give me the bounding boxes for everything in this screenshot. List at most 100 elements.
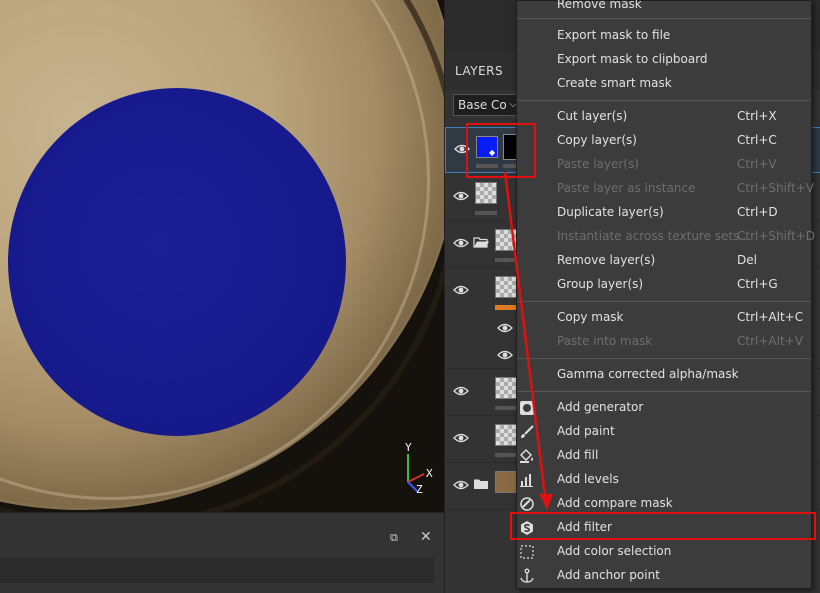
menu-item-add-levels[interactable]: Add levels	[517, 468, 811, 492]
menu-item-label: Add levels	[557, 472, 619, 486]
visibility-eye-icon[interactable]	[453, 385, 469, 397]
menu-item-label: Paste layer(s)	[557, 157, 639, 171]
menu-item-gamma-corrected[interactable]: Gamma corrected alpha/mask	[517, 363, 811, 387]
menu-item-label: Copy mask	[557, 310, 624, 324]
menu-item-create-smart-mask[interactable]: Create smart mask	[517, 72, 811, 96]
menu-item-export-mask-file[interactable]: Export mask to file	[517, 24, 811, 48]
visibility-eye-icon[interactable]	[453, 237, 469, 249]
folder-open-icon	[473, 236, 489, 248]
levels-icon	[519, 472, 535, 488]
axis-gizmo: Y X Z	[396, 438, 440, 498]
blend-mode-dropdown[interactable]: Base Co ⌵	[453, 94, 521, 116]
menu-item-label: Add generator	[557, 400, 644, 414]
menu-separator	[517, 18, 811, 19]
menu-item-label: Export mask to file	[557, 28, 671, 42]
effect-visibility-eye-icon[interactable]	[497, 322, 513, 334]
menu-item-label: Add anchor point	[557, 568, 660, 582]
menu-item-paste-layers: Paste layer(s) Ctrl+V	[517, 153, 811, 177]
folder-icon	[473, 478, 489, 490]
visibility-eye-icon[interactable]	[453, 190, 469, 202]
effect-visibility-eye-icon[interactable]	[497, 349, 513, 361]
close-icon[interactable]: ✕	[420, 530, 434, 545]
menu-item-export-mask-clipboard[interactable]: Export mask to clipboard	[517, 48, 811, 72]
menu-item-label: Gamma corrected alpha/mask	[557, 367, 739, 381]
compare-mask-icon	[519, 496, 535, 512]
menu-item-label: Cut layer(s)	[557, 109, 628, 123]
layer-orange-bar	[495, 305, 517, 310]
layer-thumbnail[interactable]	[495, 377, 517, 399]
menu-item-shortcut: Ctrl+G	[737, 277, 778, 291]
menu-separator	[517, 100, 811, 101]
layer-thumbnail[interactable]	[495, 276, 517, 298]
color-selection-icon	[519, 544, 535, 560]
menu-item-paste-into-mask: Paste into mask Ctrl+Alt+V	[517, 330, 811, 354]
menu-item-label: Paste layer as instance	[557, 181, 696, 195]
layer-thumb-bar	[495, 406, 517, 410]
menu-item-label: Export mask to clipboard	[557, 52, 708, 66]
menu-item-label: Instantiate across texture sets...	[557, 229, 751, 243]
anchor-icon	[519, 568, 535, 584]
menu-item-shortcut: Ctrl+X	[737, 109, 777, 123]
menu-item-label: Remove layer(s)	[557, 253, 656, 267]
menu-item-remove-layers[interactable]: Remove layer(s) Del	[517, 249, 811, 273]
axis-z-label: Z	[416, 483, 423, 496]
menu-item-label: Group layer(s)	[557, 277, 644, 291]
menu-item-copy-mask[interactable]: Copy mask Ctrl+Alt+C	[517, 306, 811, 330]
menu-item-duplicate-layers[interactable]: Duplicate layer(s) Ctrl+D	[517, 201, 811, 225]
layer-thumb-bar	[495, 453, 517, 457]
menu-item-shortcut: Ctrl+D	[737, 205, 778, 219]
blend-mode-value: Base Co	[458, 98, 507, 112]
menu-item-paste-layer-instance: Paste layer as instance Ctrl+Shift+V	[517, 177, 814, 201]
visibility-eye-icon[interactable]	[453, 432, 469, 444]
restore-icon[interactable]: ⧉	[390, 531, 404, 545]
menu-item-shortcut: Del	[737, 253, 757, 267]
visibility-eye-icon[interactable]	[453, 284, 469, 296]
menu-item-add-fill[interactable]: Add fill	[517, 444, 811, 468]
layers-title: LAYERS	[455, 64, 504, 78]
menu-item-shortcut: Ctrl+C	[737, 133, 777, 147]
menu-item-add-anchor-point[interactable]: Add anchor point	[517, 564, 811, 588]
viewport-3d[interactable]: Y X Z	[0, 0, 444, 512]
bottom-panel-content	[0, 557, 434, 583]
menu-item-label: Paste into mask	[557, 334, 653, 348]
app-window: Y X Z ⧉ ✕ LAYERS Base Co ⌵ ◆ Remove mask…	[0, 0, 820, 593]
context-menu: Remove mask Export mask to file Export m…	[516, 0, 815, 589]
menu-separator	[517, 391, 811, 392]
menu-item-remove-mask[interactable]: Remove mask	[517, 0, 811, 17]
layer-thumbnail[interactable]	[495, 229, 517, 251]
menu-item-shortcut: Ctrl+Shift+D	[737, 229, 815, 243]
annotation-highlight-add-filter	[510, 512, 816, 540]
visibility-eye-icon[interactable]	[453, 479, 469, 491]
menu-item-label: Add color selection	[557, 544, 672, 558]
menu-item-shortcut: Ctrl+Shift+V	[737, 181, 814, 195]
menu-item-label: Copy layer(s)	[557, 133, 637, 147]
menu-item-cut-layers[interactable]: Cut layer(s) Ctrl+X	[517, 105, 811, 129]
axis-x-label: X	[426, 467, 433, 480]
layer-thumbnail[interactable]	[495, 424, 517, 446]
menu-item-label: Add compare mask	[557, 496, 673, 510]
paint-bucket-icon	[519, 448, 535, 464]
menu-separator	[517, 301, 811, 302]
menu-item-shortcut: Ctrl+V	[737, 157, 777, 171]
menu-item-add-paint[interactable]: Add paint	[517, 420, 811, 444]
layer-thumb-bar	[495, 258, 517, 262]
blue-painted-area	[8, 88, 346, 436]
layer-material-thumbnail[interactable]	[495, 471, 517, 493]
menu-item-add-color-selection[interactable]: Add color selection	[517, 540, 811, 564]
menu-item-label: Duplicate layer(s)	[557, 205, 664, 219]
menu-item-copy-layers[interactable]: Copy layer(s) Ctrl+C	[517, 129, 811, 153]
menu-item-label: Add paint	[557, 424, 615, 438]
menu-item-label: Create smart mask	[557, 76, 672, 90]
menu-item-add-generator[interactable]: Add generator	[517, 396, 811, 420]
menu-item-shortcut: Ctrl+Alt+V	[737, 334, 803, 348]
menu-item-shortcut: Ctrl+Alt+C	[737, 310, 804, 324]
menu-item-label: Add fill	[557, 448, 599, 462]
menu-item-group-layers[interactable]: Group layer(s) Ctrl+G	[517, 273, 811, 297]
menu-separator	[517, 358, 811, 359]
menu-item-instantiate-texture-sets: Instantiate across texture sets... Ctrl+…	[517, 225, 815, 249]
generator-icon	[519, 400, 535, 416]
annotation-highlight-layer	[466, 123, 536, 178]
bottom-panel: ⧉ ✕	[0, 512, 444, 593]
brush-icon	[519, 424, 535, 440]
layer-thumbnail[interactable]	[475, 182, 497, 204]
